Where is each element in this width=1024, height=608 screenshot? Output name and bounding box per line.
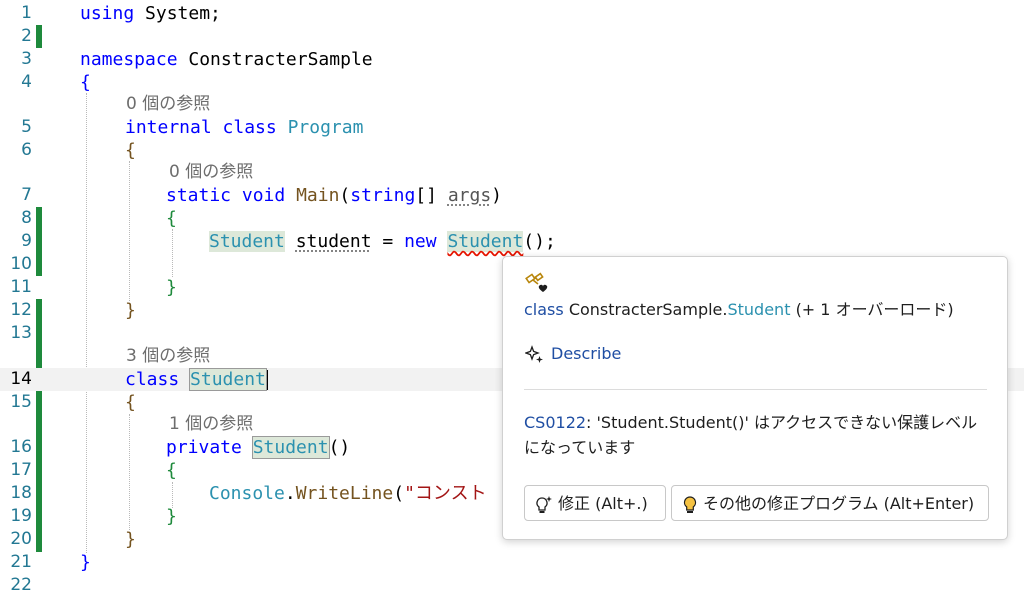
code-line[interactable]: 4 { — [0, 71, 1024, 94]
string-literal: "コンスト — [404, 483, 487, 504]
line-number: 11 — [10, 277, 32, 297]
code-text: () — [328, 437, 351, 458]
keyword: namespace — [80, 49, 178, 70]
code-line[interactable]: 3 namespace ConstracterSample — [0, 48, 1024, 71]
line-number: 2 — [21, 26, 32, 46]
variable-name: student — [295, 231, 372, 252]
brace: } — [166, 277, 177, 298]
divider — [524, 389, 987, 390]
code-line[interactable]: 2 — [0, 25, 1024, 48]
line-number: 3 — [21, 49, 32, 69]
line-number: 9 — [21, 231, 32, 251]
code-line[interactable]: 21 } — [0, 551, 1024, 574]
class-symbol-icon — [525, 271, 549, 295]
method-name: Main — [296, 185, 340, 206]
brace: { — [166, 460, 177, 481]
error-text: : 'Student.Student()' はアクセスできない保護レベルになって… — [524, 413, 978, 457]
describe-link[interactable]: Describe — [524, 342, 622, 366]
type-reference: Console — [209, 483, 285, 504]
line-number: 12 — [10, 300, 32, 320]
codelens-references[interactable]: 0 個の参照 — [126, 93, 210, 115]
code-line[interactable]: 6 { — [0, 139, 1024, 162]
describe-label: Describe — [551, 344, 622, 363]
constructor-name: Student — [251, 436, 330, 459]
line-number: 1 — [21, 3, 32, 23]
keyword: using — [80, 3, 135, 24]
code-line[interactable]: 5 internal class Program — [0, 116, 1024, 139]
code-text: System; — [134, 3, 221, 24]
line-number: 19 — [10, 506, 32, 526]
code-line[interactable]: 9 Student student = new Student(); — [0, 230, 1024, 253]
error-squiggle-type[interactable]: Student — [447, 231, 524, 252]
line-number: 5 — [21, 117, 32, 137]
brace: } — [80, 552, 91, 573]
fix-button-label: 修正 (Alt+.) — [558, 494, 648, 513]
error-message: CS0122: 'Student.Student()' はアクセスできない保護レ… — [524, 410, 979, 460]
type-reference: Student — [209, 231, 285, 252]
signature-overload: (+ 1 オーバーロード) — [795, 300, 954, 319]
brace: } — [125, 529, 136, 550]
signature-type: Student — [727, 300, 791, 319]
brace: { — [125, 140, 136, 161]
line-number: 21 — [10, 552, 32, 572]
line-number: 7 — [21, 185, 32, 205]
line-number: 17 — [10, 460, 32, 480]
more-fixes-label: その他の修正プログラム (Alt+Enter) — [703, 494, 975, 513]
brace: { — [125, 392, 136, 413]
line-number: 22 — [10, 575, 32, 595]
symbol-signature: class ConstracterSample.Student (+ 1 オーバ… — [524, 298, 954, 322]
class-name: Student — [189, 368, 267, 391]
class-name: Program — [287, 117, 364, 138]
namespace-name: ConstracterSample — [177, 49, 373, 70]
more-fixes-button[interactable]: その他の修正プログラム (Alt+Enter) — [671, 485, 989, 521]
line-number: 6 — [21, 140, 32, 160]
code-line[interactable]: 22 — [0, 574, 1024, 597]
code-line[interactable]: 8 { — [0, 207, 1024, 230]
line-number: 4 — [21, 72, 32, 92]
lightbulb-icon — [683, 495, 697, 513]
line-number: 13 — [10, 323, 32, 343]
brace: { — [80, 72, 91, 93]
line-number: 18 — [10, 483, 32, 503]
brace: { — [166, 208, 177, 229]
text-caret — [265, 370, 268, 390]
code-line[interactable]: 1 using System; — [0, 2, 1024, 25]
code-line[interactable]: 7 static void Main(string[] args) — [0, 184, 1024, 207]
method-name: WriteLine — [295, 483, 394, 504]
brace: } — [166, 506, 177, 527]
line-number: 15 — [10, 392, 32, 412]
signature-namespace: ConstracterSample. — [568, 300, 728, 319]
keyword: string — [350, 185, 416, 206]
fix-button[interactable]: 修正 (Alt+.) — [524, 485, 666, 521]
sparkle-icon — [524, 344, 543, 363]
parameter-name: args — [447, 185, 492, 206]
line-number: 20 — [10, 529, 32, 549]
lightbulb-sparkle-icon — [536, 495, 552, 513]
keyword: static void — [166, 185, 286, 206]
quick-info-popup[interactable]: class ConstracterSample.Student (+ 1 オーバ… — [502, 256, 1008, 540]
code-text: = — [371, 231, 405, 252]
keyword: internal class — [125, 117, 277, 138]
codelens-references[interactable]: 0 個の参照 — [169, 161, 253, 183]
keyword: private — [166, 437, 242, 458]
keyword: class — [125, 369, 180, 390]
brace: } — [125, 300, 136, 321]
line-number: 14 — [10, 369, 32, 389]
line-number: 10 — [10, 254, 32, 274]
error-code-link[interactable]: CS0122 — [524, 413, 586, 432]
line-number: 8 — [21, 208, 32, 228]
line-number: 16 — [10, 437, 32, 457]
signature-keyword: class — [524, 300, 564, 319]
codelens-references[interactable]: 3 個の参照 — [126, 345, 210, 367]
keyword: new — [404, 231, 437, 252]
codelens-references[interactable]: 1 個の参照 — [169, 413, 253, 435]
code-text: (); — [523, 231, 556, 252]
